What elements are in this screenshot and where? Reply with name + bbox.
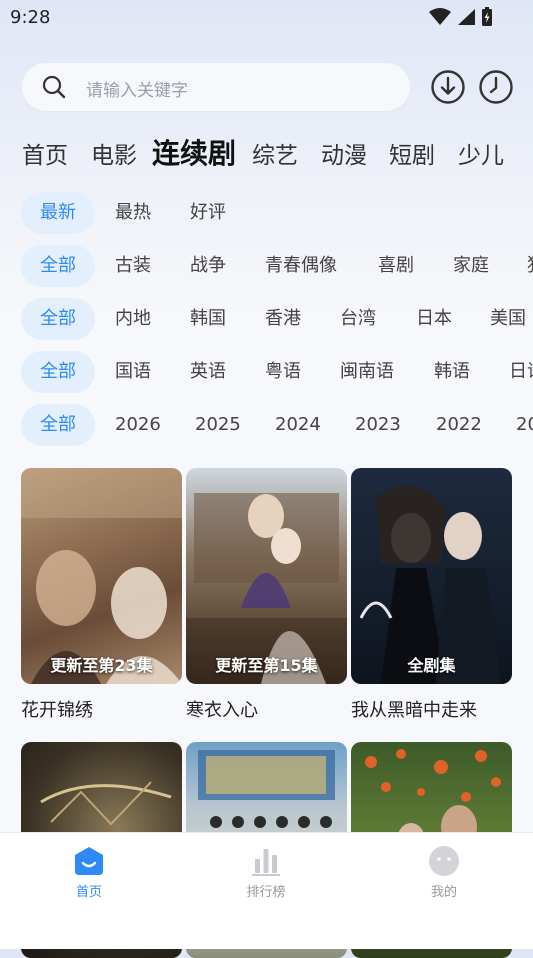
filter-row-language: 全部 国语 英语 粤语 闽南语 韩语 日语 [0, 351, 533, 393]
episode-badge: 更新至第15集 [215, 656, 318, 675]
bottom-nav: 首页 排行榜 我的 [0, 832, 533, 949]
tab-anime[interactable]: 动漫 [321, 136, 367, 170]
nav-ranking[interactable]: 排行榜 [206, 845, 326, 900]
filter-chip[interactable]: 台湾 [340, 298, 376, 340]
tab-variety[interactable]: 综艺 [252, 136, 298, 170]
show-poster: 全剧集 [351, 468, 512, 684]
tab-home[interactable]: 首页 [22, 136, 68, 170]
show-title: 花开锦绣 [21, 700, 93, 721]
filter-chip[interactable]: 日语 [509, 351, 533, 393]
status-bar: 9:28 [0, 0, 533, 36]
filter-chip[interactable]: 粤语 [265, 351, 301, 393]
filter-row-year: 全部 2026 2025 2024 2023 2022 2021 [0, 404, 533, 446]
show-poster: 更新至第15集 [186, 468, 347, 684]
filter-chip[interactable]: 喜剧 [378, 245, 414, 287]
nav-home-label: 首页 [75, 885, 102, 900]
search-icon [42, 75, 66, 99]
filter-chip[interactable]: 韩语 [434, 351, 470, 393]
download-icon[interactable] [430, 69, 466, 105]
search-row: 请输入关键字 [22, 63, 522, 111]
tab-kids[interactable]: 少儿 [458, 136, 504, 170]
filter-chip[interactable]: 古装 [115, 245, 151, 287]
filter-chip[interactable]: 2021 [516, 404, 533, 446]
filter-chip[interactable]: 最热 [115, 192, 151, 234]
nav-ranking-label: 排行榜 [246, 885, 286, 900]
show-poster: 更新至第23集 [21, 468, 182, 684]
filter-chip[interactable]: 香港 [265, 298, 301, 340]
filter-chip[interactable]: 2023 [355, 404, 401, 446]
filter-chip[interactable]: 最新 [21, 192, 95, 234]
tab-movies[interactable]: 电影 [91, 136, 137, 170]
episode-badge: 全剧集 [407, 656, 456, 675]
filter-chip[interactable]: 美国 [490, 298, 526, 340]
nav-mine[interactable]: 我的 [384, 845, 504, 900]
category-tabs: 首页 电影 连续剧 综艺 动漫 短剧 少儿 [0, 130, 533, 174]
wifi-icon [429, 8, 451, 25]
filter-row-region: 全部 内地 韩国 香港 台湾 日本 美国 [0, 298, 533, 340]
filter-chip[interactable]: 2025 [195, 404, 241, 446]
history-clock-icon[interactable] [478, 69, 514, 105]
search-input[interactable]: 请输入关键字 [22, 63, 410, 111]
filter-chip[interactable]: 英语 [190, 351, 226, 393]
filter-chip[interactable]: 2026 [115, 404, 161, 446]
home-icon [75, 847, 103, 875]
battery-icon [482, 7, 492, 26]
filter-chip[interactable]: 全部 [21, 351, 95, 393]
show-title: 寒衣入心 [186, 700, 258, 721]
filter-chip[interactable]: 内地 [115, 298, 151, 340]
filter-chip[interactable]: 青春偶像 [265, 245, 337, 287]
filter-chip[interactable]: 全部 [21, 298, 95, 340]
cellular-signal-icon [458, 9, 475, 25]
filter-row-sort: 最新 最热 好评 [0, 192, 533, 234]
filter-chip[interactable]: 战争 [190, 245, 226, 287]
filter-chip[interactable]: 闽南语 [340, 351, 394, 393]
tab-short-drama[interactable]: 短剧 [389, 136, 435, 170]
filter-chip[interactable]: 2022 [436, 404, 482, 446]
filter-chip[interactable]: 国语 [115, 351, 151, 393]
filter-chip[interactable]: 家庭 [453, 245, 489, 287]
profile-face-icon [429, 846, 459, 876]
filter-chip[interactable]: 全部 [21, 404, 95, 446]
filter-row-genre: 全部 古装 战争 青春偶像 喜剧 家庭 犯 [0, 245, 533, 287]
tab-series[interactable]: 连续剧 [152, 132, 236, 172]
status-time: 9:28 [10, 7, 51, 28]
filter-chip[interactable]: 日本 [416, 298, 452, 340]
episode-badge: 更新至第23集 [50, 656, 153, 675]
show-title: 我从黑暗中走来 [351, 700, 477, 721]
nav-home[interactable]: 首页 [29, 845, 149, 900]
filter-chip[interactable]: 犯 [527, 245, 533, 287]
filter-chip[interactable]: 2024 [275, 404, 321, 446]
filter-chip[interactable]: 全部 [21, 245, 95, 287]
search-placeholder: 请输入关键字 [86, 81, 188, 101]
filter-chip[interactable]: 韩国 [190, 298, 226, 340]
filter-chip[interactable]: 好评 [190, 192, 226, 234]
ranking-chart-icon [252, 849, 280, 876]
nav-mine-label: 我的 [430, 885, 457, 900]
